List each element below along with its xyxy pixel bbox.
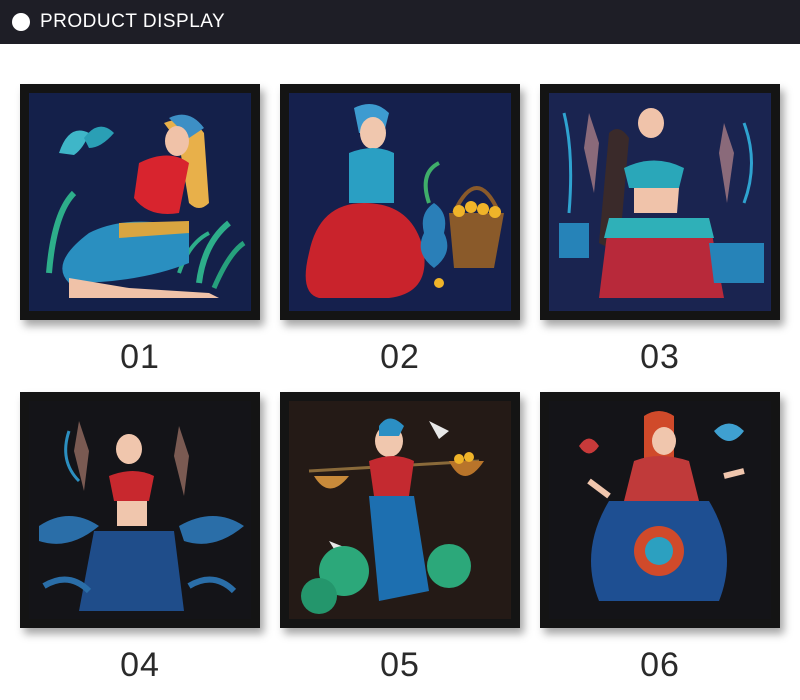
product-number-05: 05 [380,646,420,684]
painting-03 [549,93,771,311]
painting-01 [29,93,251,311]
product-frame-04[interactable] [20,392,260,628]
header-title: PRODUCT DISPLAY [40,11,226,32]
painting-05 [289,401,511,619]
product-frame-03[interactable] [540,84,780,320]
product-frame-05[interactable] [280,392,520,628]
product-frame-02[interactable] [280,84,520,320]
product-number-06: 06 [640,646,680,684]
product-number-04: 04 [120,646,160,684]
product-number-01: 01 [120,338,160,376]
product-frame-01[interactable] [20,84,260,320]
painting-02 [289,93,511,311]
circle-icon [12,13,30,31]
painting-06 [549,401,771,619]
painting-image-03 [549,93,771,311]
painting-04 [29,401,251,619]
painting-image-01 [29,93,251,311]
painting-image-05 [289,401,511,619]
product-number-02: 02 [380,338,420,376]
painting-image-04 [29,401,251,619]
product-frame-06[interactable] [540,392,780,628]
product-number-03: 03 [640,338,680,376]
painting-image-02 [289,93,511,311]
header-bar: PRODUCT DISPLAY [0,0,800,44]
painting-image-06 [549,401,771,619]
